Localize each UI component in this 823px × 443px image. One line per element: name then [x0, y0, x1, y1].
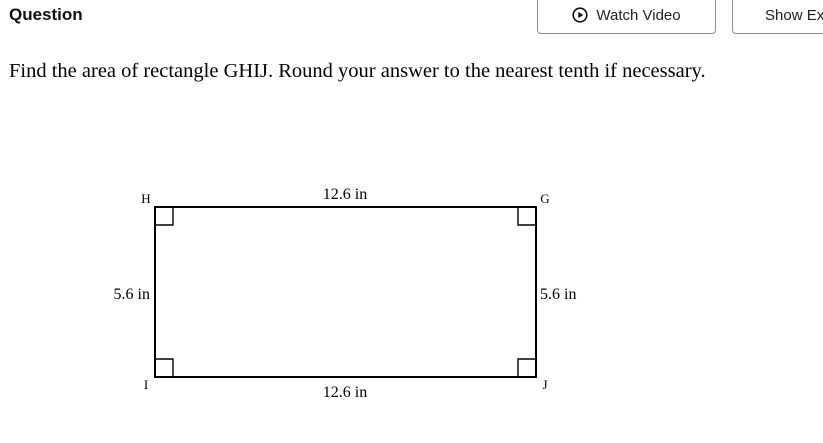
side-label-left: 5.6 in: [114, 286, 150, 303]
vertex-label-g: G: [540, 191, 549, 206]
side-label-bottom: 12.6 in: [323, 384, 367, 401]
right-angle-marker-i: [155, 358, 174, 377]
vertex-label-j: J: [542, 377, 547, 392]
vertex-label-h: H: [141, 191, 150, 206]
side-label-right: 5.6 in: [540, 286, 576, 303]
rectangle-figure: H G I J 12.6 in 12.6 in 5.6 in 5.6 in: [114, 186, 577, 401]
right-angle-marker-g: [517, 207, 536, 226]
vertex-label-i: I: [144, 377, 148, 392]
right-angle-marker-j: [517, 358, 536, 377]
right-angle-marker-h: [155, 207, 174, 226]
rectangle-ghij: [154, 206, 537, 378]
side-label-top: 12.6 in: [323, 186, 367, 203]
